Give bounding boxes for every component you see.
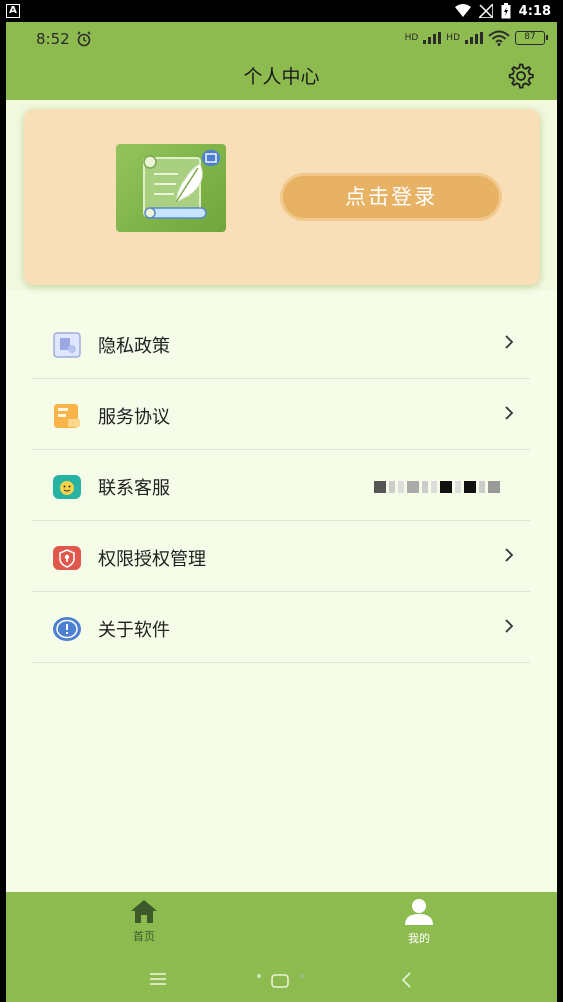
nav-mine[interactable]: 我的 (379, 898, 459, 946)
back-icon[interactable] (400, 972, 412, 988)
system-navigation-bar (6, 964, 557, 1002)
header: 8:52 HD HD 87 个人中心 (6, 22, 557, 100)
signal-icon (465, 32, 483, 44)
hd-badge: HD (404, 33, 419, 43)
settings-menu: 隐私政策 服务协议 联系客服 权限授权管理 关于软件 (32, 308, 530, 663)
chevron-right-icon (505, 619, 514, 633)
menu-item-label: 联系客服 (98, 478, 170, 499)
permission-lock-icon (53, 546, 81, 570)
menu-item-label: 关于软件 (98, 620, 170, 641)
chevron-right-icon (505, 548, 514, 562)
battery-charging-icon (501, 3, 511, 19)
app-logo (116, 144, 226, 232)
wifi-icon (488, 30, 510, 46)
no-signal-icon (478, 4, 493, 18)
menu-icon[interactable] (150, 972, 166, 986)
scroll-quill-icon (143, 150, 220, 219)
nav-home-label: 首页 (133, 930, 155, 943)
privacy-doc-icon (53, 332, 81, 358)
app-screen: 8:52 HD HD 87 个人中心 点击登录 隐私政策 服务协议 联系客服 权… (6, 22, 557, 1002)
battery-indicator: 87 (515, 31, 548, 45)
info-bubble-icon (53, 617, 81, 641)
menu-item-service-agreement[interactable]: 服务协议 (32, 379, 530, 450)
hd-badge: HD (446, 33, 460, 43)
nav-home[interactable]: 首页 (104, 898, 184, 944)
nav-mine-label: 我的 (408, 932, 430, 945)
menu-item-label: 隐私政策 (98, 336, 170, 357)
menu-item-privacy-policy[interactable]: 隐私政策 (32, 308, 530, 379)
login-button[interactable]: 点击登录 (280, 173, 502, 221)
signal-icon (423, 32, 442, 44)
gear-icon[interactable] (507, 62, 535, 90)
system-time: 4:18 (518, 3, 551, 19)
login-card: 点击登录 (24, 109, 540, 285)
menu-item-customer-service[interactable]: 联系客服 (32, 450, 530, 521)
menu-item-label: 权限授权管理 (98, 549, 206, 570)
system-status-bar: A 4:18 (0, 0, 563, 22)
home-icon (131, 900, 157, 923)
status-bar-left: 8:52 (36, 30, 92, 48)
status-bar-right: HD HD 87 (404, 30, 548, 46)
menu-item-permission-management[interactable]: 权限授权管理 (32, 521, 530, 592)
customer-service-icon (53, 475, 81, 499)
user-icon (405, 899, 433, 925)
menu-item-label: 服务协议 (98, 407, 170, 428)
menu-item-about[interactable]: 关于软件 (32, 592, 530, 663)
home-button-icon[interactable] (256, 972, 304, 988)
contact-value-redacted (374, 480, 500, 494)
accessibility-icon: A (6, 4, 20, 18)
service-box-icon (54, 404, 80, 428)
wifi-icon (454, 4, 471, 17)
chevron-right-icon (505, 335, 514, 349)
alarm-icon (77, 31, 91, 47)
status-time: 8:52 (36, 30, 70, 48)
chevron-right-icon (505, 406, 514, 420)
page-title: 个人中心 (243, 66, 320, 88)
bottom-nav: 首页 我的 (6, 892, 557, 1002)
